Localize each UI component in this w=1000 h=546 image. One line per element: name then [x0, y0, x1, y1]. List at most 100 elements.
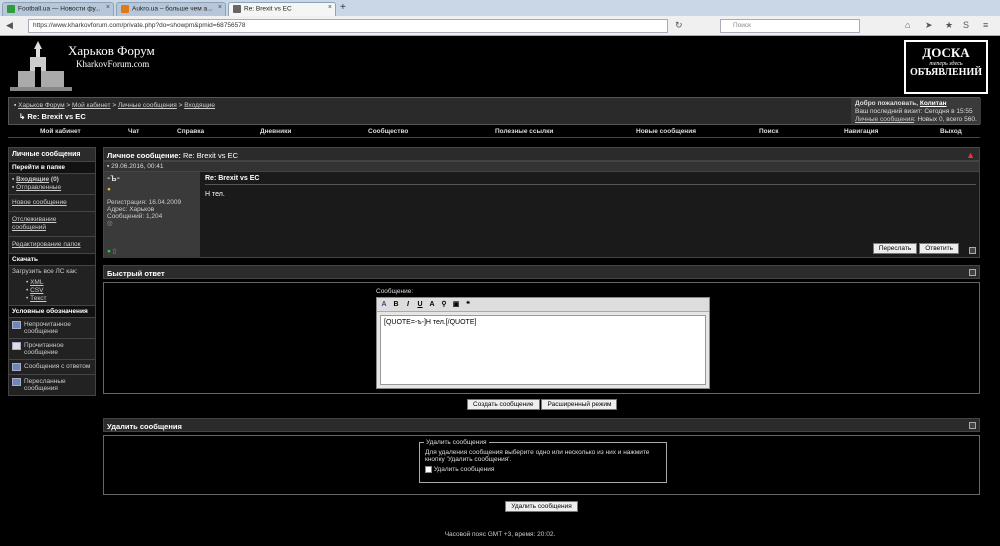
menu-navigation[interactable]: Навигация — [844, 128, 878, 135]
advanced-mode-button[interactable]: Расширенный режим — [541, 399, 618, 410]
address-input[interactable]: https://www.kharkovforum.com/private.php… — [28, 19, 668, 33]
delete-header: Удалить сообщения — [103, 418, 980, 432]
replied-message-icon — [12, 363, 21, 371]
forum-subtitle: KharkovForum.com — [76, 59, 150, 69]
sidebar-title: Личные сообщения — [8, 147, 96, 162]
close-icon[interactable]: × — [218, 4, 222, 11]
legend-unread: Непрочитанное сообщение — [8, 318, 96, 339]
menu-links[interactable]: Полезные ссылки — [495, 128, 553, 135]
sidebar-item-edit[interactable]: Редактирование папок — [12, 241, 80, 248]
skype-icon[interactable]: S — [963, 20, 969, 30]
forum-page: Харьков Форум KharkovForum.com ДОСКА теп… — [0, 37, 1000, 546]
sidebar-item-track[interactable]: Отслеживание сообщений — [12, 216, 56, 231]
pm-post: -ъ- ● Регистрация: 16.04.2009 Адрес: Хар… — [103, 172, 980, 258]
delete-fieldset: Удалить сообщения Для удаления сообщения… — [419, 439, 667, 483]
forum-header: Харьков Форум KharkovForum.com ДОСКА теп… — [8, 37, 990, 95]
unread-message-icon — [12, 321, 21, 329]
menu-cabinet[interactable]: Мой кабинет — [40, 128, 81, 135]
post-date: ▪ 29.06.2016, 00:41 — [103, 161, 980, 172]
forum-title: Харьков Форум — [68, 43, 155, 58]
menu-search[interactable]: Поиск — [759, 128, 779, 135]
tab-aukro[interactable]: Aukro.ua – больше чем а... × — [116, 2, 226, 16]
underline-icon[interactable]: U — [415, 301, 425, 308]
expand-icon[interactable] — [969, 247, 976, 254]
forum-favicon-icon — [233, 5, 241, 13]
delete-button[interactable]: Удалить сообщения — [505, 501, 578, 512]
home-icon[interactable]: ⌂ — [905, 20, 910, 30]
collapse-icon[interactable] — [969, 269, 976, 276]
sidebar-item-inbox[interactable]: Входящие — [16, 176, 49, 183]
sidebar-item-new[interactable]: Новое сообщение — [12, 199, 67, 206]
link-icon[interactable]: ⚲ — [439, 300, 449, 308]
menu-chat[interactable]: Чат — [128, 128, 139, 135]
delete-checkbox[interactable] — [425, 466, 432, 473]
send-icon[interactable]: ➤ — [925, 20, 933, 31]
menu-icon[interactable]: ≡ — [983, 20, 988, 30]
ads-board-banner[interactable]: ДОСКА теперь здесь ОБЪЯВЛЕНИЙ — [904, 40, 988, 94]
menu-community[interactable]: Сообщество — [368, 128, 408, 135]
folder-list: ▪ Входящие (0) ▪ Отправленные — [8, 174, 96, 195]
breadcrumb-inbox[interactable]: Входящие — [184, 102, 215, 109]
tab-football[interactable]: Football.ua — Новости фу... × — [2, 2, 114, 16]
close-icon[interactable]: × — [328, 4, 332, 11]
contact-icon[interactable]: ◎ — [107, 220, 197, 227]
post-body: Re: Brexit vs EC Н тел. Переслать Ответи… — [202, 172, 979, 258]
breadcrumb-current: ↳ Re: Brexit vs EC — [19, 112, 86, 121]
menu-help[interactable]: Справка — [177, 128, 204, 135]
bookmark-icon[interactable]: ★ — [945, 20, 953, 31]
delete-box: Удалить сообщения Для удаления сообщения… — [103, 435, 980, 495]
remove-format-icon[interactable]: A — [379, 301, 389, 308]
message-editor: A B I U A ⚲ ▣ ❝ [QUOTE=-ъ-]Н тел.[/QUOTE] — [376, 297, 710, 389]
submit-button[interactable]: Создать сообщение — [467, 399, 540, 410]
reload-icon[interactable]: ↻ — [675, 20, 683, 31]
url-bar: ◀ https://www.kharkovforum.com/private.p… — [0, 16, 1000, 36]
message-textarea[interactable]: [QUOTE=-ъ-]Н тел.[/QUOTE] — [380, 315, 706, 385]
editor-toolbar: A B I U A ⚲ ▣ ❝ — [377, 298, 709, 312]
download-text[interactable]: Текст — [30, 295, 46, 302]
font-color-icon[interactable]: A — [427, 301, 437, 308]
tab-bar: Football.ua — Новости фу... × Aukro.ua – … — [0, 0, 1000, 16]
back-icon[interactable]: ◀ — [6, 20, 13, 31]
tab-brexit[interactable]: Re: Brexit vs EC × — [228, 2, 336, 16]
reputation-icon: ● — [107, 186, 111, 193]
menu-new-posts[interactable]: Новые сообщения — [636, 128, 696, 135]
download-csv[interactable]: CSV — [30, 287, 43, 294]
football-favicon-icon — [7, 5, 15, 13]
image-icon[interactable]: ▣ — [451, 300, 461, 308]
menu-diaries[interactable]: Дневники — [260, 128, 291, 135]
username-link[interactable]: Колитан — [920, 100, 947, 107]
sidebar-item-sent[interactable]: Отправленные — [16, 184, 61, 191]
navbar: ▪ Харьков Форум > Мой кабинет > Личные с… — [8, 97, 981, 125]
quote-icon[interactable]: ❝ — [463, 300, 473, 308]
post-username[interactable]: -ъ- — [107, 173, 120, 184]
welcome-box: Добро пожаловать, Колитан Ваш последний … — [851, 98, 981, 124]
breadcrumb-cabinet[interactable]: Мой кабинет — [72, 102, 110, 109]
collapse-icon[interactable] — [969, 422, 976, 429]
tower-logo-icon — [10, 41, 72, 91]
legend-replied: Сообщения с ответом — [8, 360, 96, 375]
search-input[interactable]: Поиск — [720, 19, 860, 33]
legend-read: Прочитанное сообщение — [8, 339, 96, 360]
breadcrumb: ▪ Харьков Форум > Мой кабинет > Личные с… — [14, 102, 216, 109]
aukro-favicon-icon — [121, 5, 129, 13]
online-status-icon: ● ▯ — [107, 248, 117, 255]
menu-logout[interactable]: Выход — [940, 128, 962, 135]
pm-link[interactable]: Личные сообщения — [855, 116, 914, 123]
download-xml[interactable]: XML — [30, 279, 43, 286]
forward-button[interactable]: Переслать — [872, 243, 918, 254]
close-icon[interactable]: × — [106, 4, 110, 11]
bold-icon[interactable]: B — [391, 301, 401, 308]
forwarded-message-icon — [12, 378, 21, 386]
read-message-icon — [12, 342, 21, 350]
reply-button[interactable]: Ответить — [919, 243, 959, 254]
italic-icon[interactable]: I — [403, 301, 413, 308]
legend-heading: Условные обозначения — [8, 306, 96, 318]
breadcrumb-pm[interactable]: Личные сообщения — [118, 102, 177, 109]
pm-header: Личное сообщение: Re: Brexit vs EC ▲ — [103, 147, 980, 161]
report-icon[interactable]: ▲ — [966, 150, 975, 160]
download-box: Загрузить все ЛС как: • XML • CSV • Текс… — [8, 266, 96, 306]
breadcrumb-home[interactable]: Харьков Форум — [18, 102, 65, 109]
new-tab-button[interactable]: + — [340, 2, 346, 13]
main-content: Личное сообщение: Re: Brexit vs EC ▲ ▪ 2… — [103, 147, 980, 512]
legend-forwarded: Пересланные сообщения — [8, 375, 96, 396]
